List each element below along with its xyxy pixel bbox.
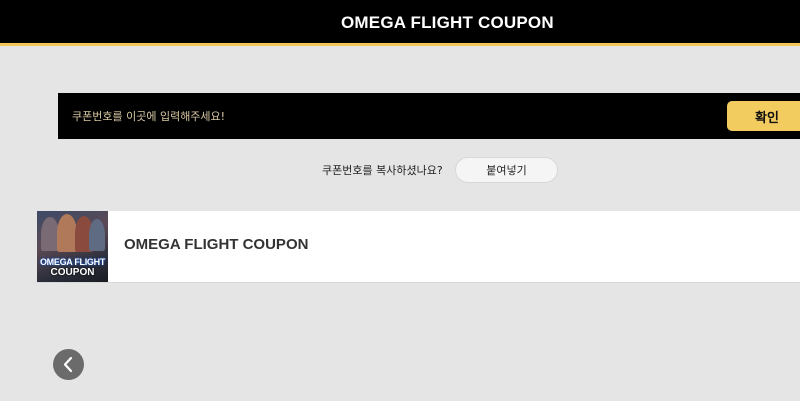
- paste-button[interactable]: 붙여넣기: [455, 157, 558, 183]
- header-bar: OMEGA FLIGHT COUPON: [0, 0, 800, 46]
- coupon-thumbnail: OMEGA FLIGHT COUPON: [37, 211, 108, 282]
- thumbnail-subtitle: COUPON: [50, 267, 95, 278]
- coupon-code-input[interactable]: [72, 93, 672, 139]
- thumbnail-title: OMEGA FLIGHT: [39, 257, 106, 267]
- confirm-button[interactable]: 확인: [727, 101, 800, 131]
- coupon-title: OMEGA FLIGHT COUPON: [124, 236, 309, 253]
- page-title: OMEGA FLIGHT COUPON: [341, 13, 554, 32]
- paste-prompt-text: 쿠폰번호를 복사하셨나요?: [322, 164, 443, 177]
- back-button[interactable]: [53, 349, 84, 380]
- coupon-list-item[interactable]: OMEGA FLIGHT COUPON OMEGA FLIGHT COUPON: [37, 211, 800, 283]
- chevron-left-icon: [63, 356, 73, 373]
- coupon-input-bar: 확인: [58, 93, 800, 139]
